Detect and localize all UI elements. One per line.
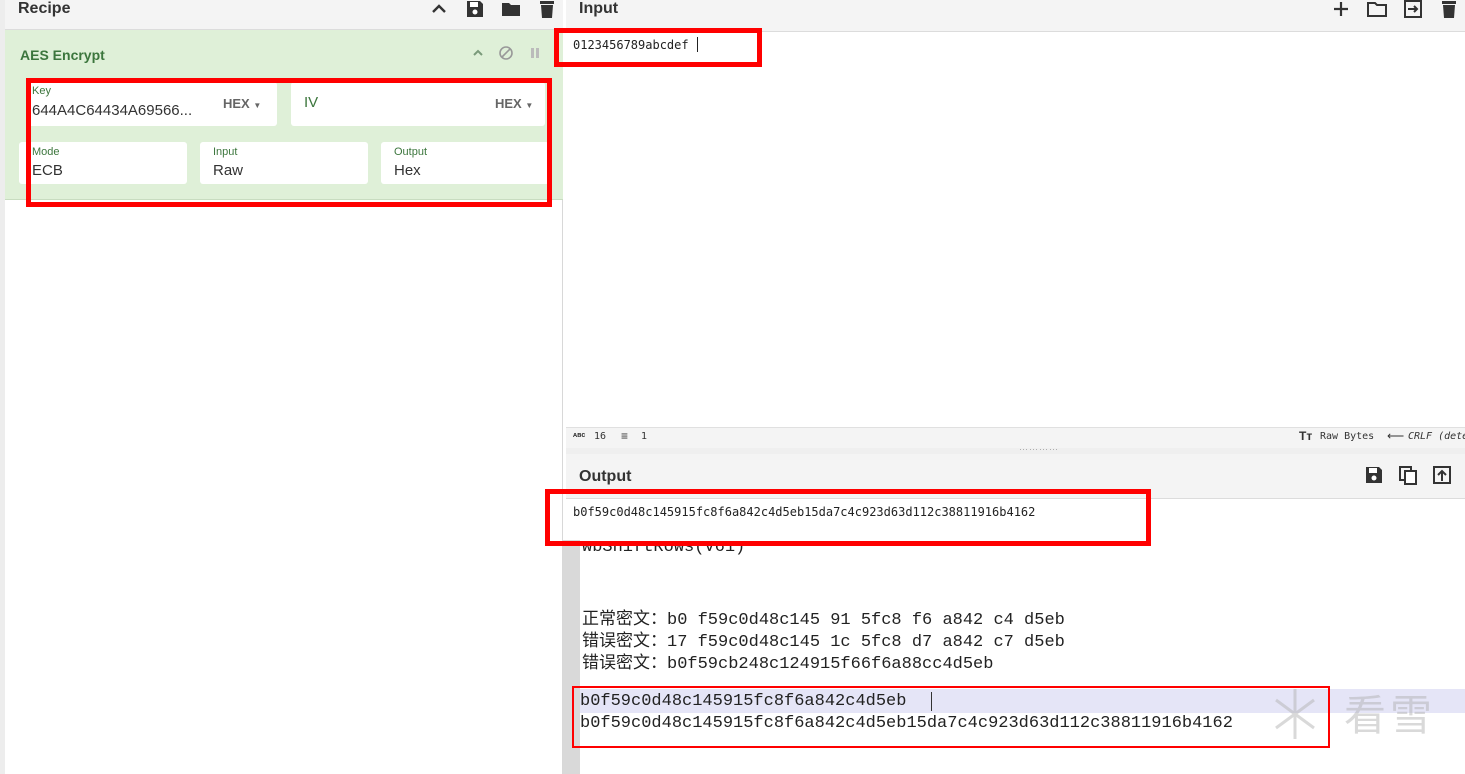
recipe-title: Recipe xyxy=(18,0,71,17)
lines-icon: ≡ xyxy=(621,429,629,443)
copy-icon[interactable] xyxy=(1398,465,1418,485)
eol-label[interactable]: CRLF (dete xyxy=(1408,431,1465,442)
trash-icon[interactable] xyxy=(1439,0,1459,19)
recipe-header: Recipe xyxy=(5,0,563,30)
encoding-label[interactable]: Raw Bytes xyxy=(1320,431,1374,442)
text-encoding-icon[interactable]: Tт xyxy=(1299,429,1312,443)
folder-icon[interactable] xyxy=(1367,0,1387,19)
watermark-logo: 看雪 xyxy=(1344,691,1437,740)
save-icon[interactable] xyxy=(465,0,485,19)
highlight-box-params xyxy=(26,78,552,207)
status-bar: ᴀʙᴄ 16 ≡ 1 Tт Raw Bytes ⟵ CRLF (dete xyxy=(566,427,1465,448)
char-count: 16 xyxy=(594,431,607,442)
output-title: Output xyxy=(579,468,632,485)
eol-icon: ⟵ xyxy=(1387,429,1405,443)
disable-icon[interactable] xyxy=(498,45,514,66)
highlight-box-output xyxy=(545,489,1151,546)
chevron-up-icon[interactable] xyxy=(429,0,449,19)
folder-icon[interactable] xyxy=(501,0,521,19)
highlight-box-input xyxy=(554,28,762,67)
import-icon[interactable] xyxy=(1403,0,1423,19)
line-count: 1 xyxy=(641,431,648,442)
doc-line-faulty-ciphertext-2: 错误密文：b0f59cb248c124915f66f6a88cc4d5eb xyxy=(582,655,994,674)
input-textarea[interactable]: 0123456789abcdef xyxy=(566,32,1465,427)
pause-icon[interactable] xyxy=(528,46,542,65)
plus-icon[interactable] xyxy=(1331,0,1351,19)
highlight-box-document xyxy=(572,686,1330,748)
save-icon[interactable] xyxy=(1364,465,1384,485)
replace-input-icon[interactable] xyxy=(1432,465,1452,485)
input-title: Input xyxy=(579,0,619,17)
trash-icon[interactable] xyxy=(537,0,557,19)
operation-title: AES Encrypt xyxy=(20,47,105,63)
collapse-icon[interactable] xyxy=(471,46,485,65)
char-count-icon: ᴀʙᴄ xyxy=(573,432,586,439)
